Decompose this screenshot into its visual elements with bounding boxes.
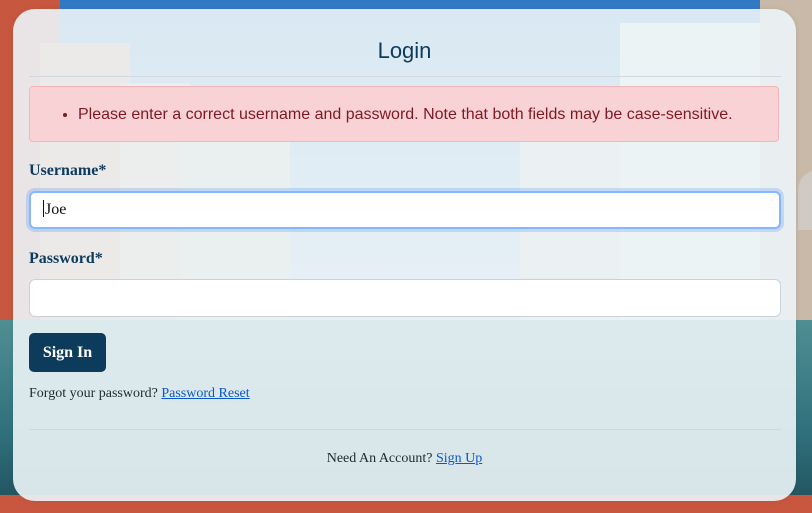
text-cursor — [43, 200, 44, 217]
sign-up-link[interactable]: Sign Up — [436, 451, 482, 466]
login-card: Login Please enter a correct username an… — [13, 9, 796, 501]
forgot-password-row: Forgot your password? Password Reset — [29, 386, 250, 402]
divider — [29, 429, 781, 430]
username-value: Joe — [45, 201, 67, 218]
signup-row: Need An Account? Sign Up — [13, 451, 796, 467]
sign-in-button[interactable]: Sign In — [29, 333, 106, 372]
password-field[interactable] — [29, 279, 781, 317]
password-reset-link[interactable]: Password Reset — [161, 386, 249, 401]
divider — [29, 76, 781, 77]
username-field[interactable]: Joe — [29, 191, 781, 229]
error-message: Please enter a correct username and pass… — [78, 105, 778, 125]
background-dome — [798, 170, 812, 230]
password-label: Password* — [29, 250, 103, 267]
error-list: Please enter a correct username and pass… — [30, 87, 778, 125]
forgot-password-text: Forgot your password? — [29, 386, 158, 401]
error-alert: Please enter a correct username and pass… — [29, 86, 779, 142]
username-label: Username* — [29, 162, 107, 179]
need-account-text: Need An Account? — [326, 451, 433, 466]
page-title: Login — [377, 38, 432, 63]
